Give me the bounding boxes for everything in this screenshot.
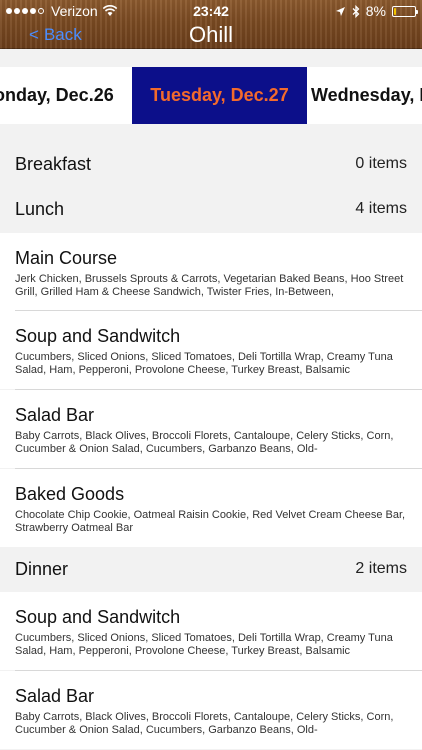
day-selected[interactable]: Tuesday, Dec.27 [132,67,307,124]
item-description: Baby Carrots, Black Olives, Broccoli Flo… [15,430,394,455]
item-description: Cucumbers, Sliced Onions, Sliced Tomatoe… [15,632,393,657]
location-icon [335,6,345,16]
day-selector: onday, Dec.26 Tuesday, Dec.27 Wednesday,… [0,67,422,124]
item-name: Soup and Sandwitch [15,326,181,346]
section-dinner[interactable]: Dinner 2 items [0,548,422,592]
list-item[interactable]: Main Course Jerk Chicken, Brussels Sprou… [0,233,422,311]
section-breakfast[interactable]: Breakfast 0 items [0,143,422,187]
item-name: Salad Bar [15,405,95,425]
item-name: Salad Bar [15,686,95,706]
item-description: Baby Carrots, Black Olives, Broccoli Flo… [15,711,394,736]
section-label: Lunch [15,199,65,219]
day-prev[interactable]: onday, Dec.26 [0,67,114,124]
page-title: Ohill [188,22,233,47]
battery-level [394,7,396,15]
section-lunch[interactable]: Lunch 4 items [0,188,422,232]
section-label: Dinner [15,559,69,579]
list-item[interactable]: Soup and Sandwitch Cucumbers, Sliced Oni… [0,311,422,389]
bluetooth-icon [352,4,360,18]
list-item[interactable]: Baked Goods Chocolate Chip Cookie, Oatme… [0,469,422,547]
status-right: 8% [335,3,418,19]
item-description: Chocolate Chip Cookie, Oatmeal Raisin Co… [15,509,406,534]
top-bar: Verizon 23:42 8% < Back Ohill [0,0,422,49]
item-description: Cucumbers, Sliced Onions, Sliced Tomatoe… [15,351,393,376]
day-next[interactable]: Wednesday, I [311,67,422,124]
battery-percent: 8% [365,3,386,19]
item-description: Jerk Chicken, Brussels Sprouts & Carrots… [15,273,404,298]
nav-bar: < Back Ohill [0,21,422,49]
battery-icon [392,5,418,17]
section-count: 0 items [355,155,407,172]
list-item[interactable]: Salad Bar Baby Carrots, Black Olives, Br… [0,390,422,468]
section-count: 2 items [355,560,407,577]
list-item[interactable]: Salad Bar Baby Carrots, Black Olives, Br… [0,671,422,749]
section-label: Breakfast [15,154,92,174]
list-item[interactable]: Soup and Sandwitch Cucumbers, Sliced Oni… [0,592,422,670]
item-name: Baked Goods [15,484,125,504]
item-name: Main Course [15,248,118,268]
section-count: 4 items [355,200,407,217]
status-bar: Verizon 23:42 8% [0,0,422,22]
item-name: Soup and Sandwitch [15,607,181,627]
